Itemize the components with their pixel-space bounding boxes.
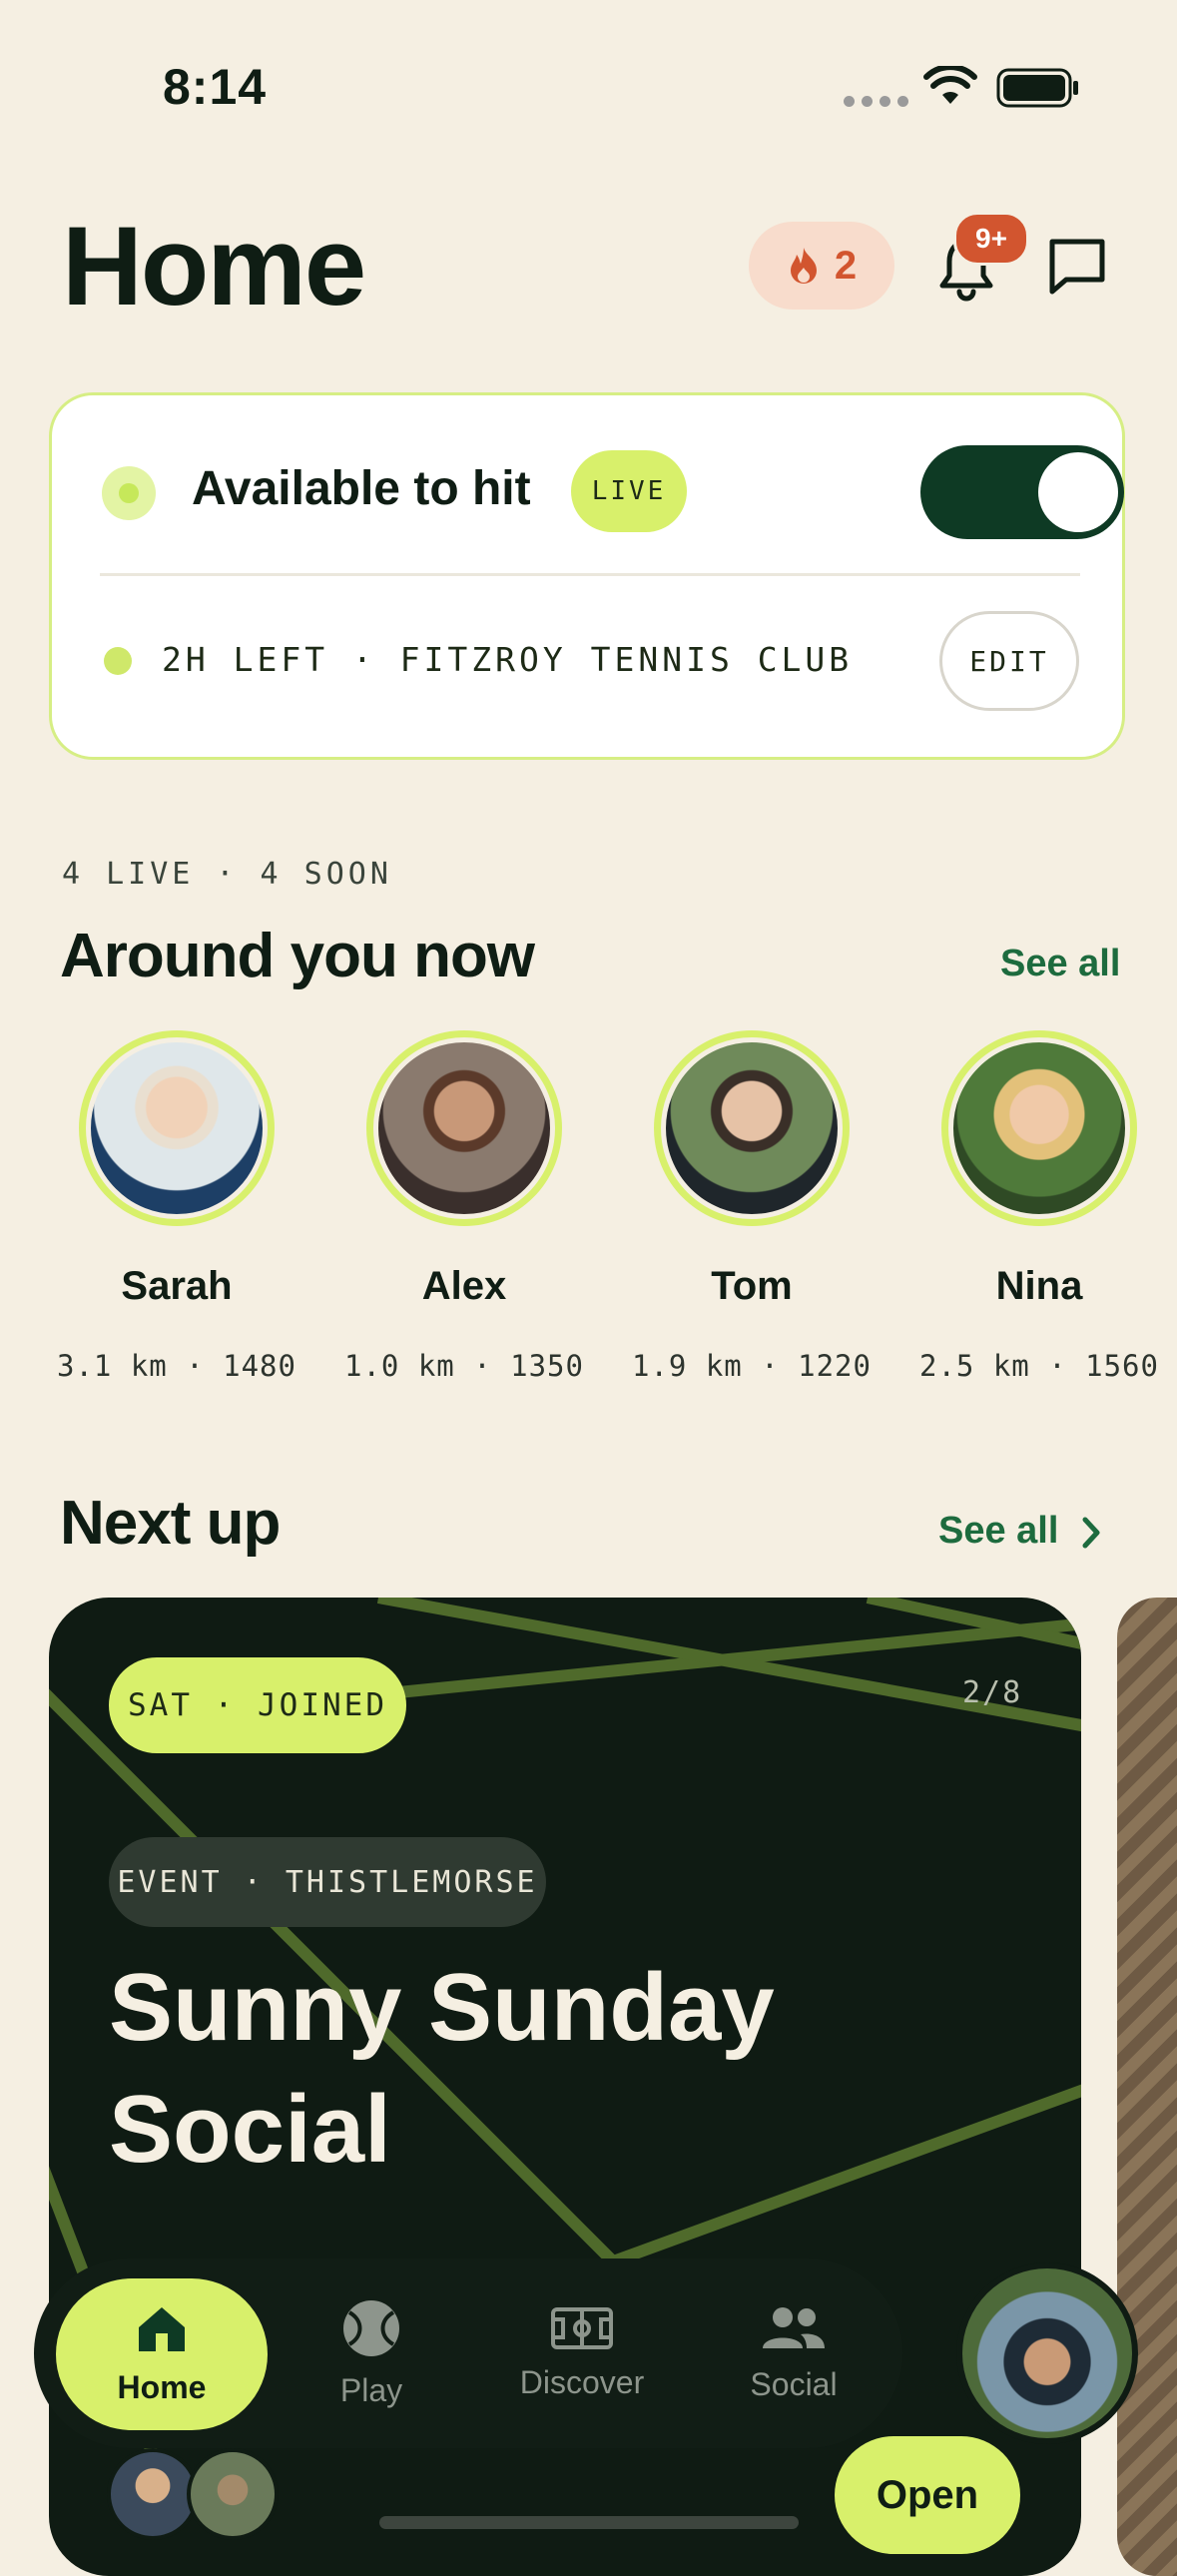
tab-label: Play <box>339 2371 403 2408</box>
edit-button[interactable]: EDIT <box>939 611 1079 711</box>
chat-icon[interactable] <box>1046 236 1108 298</box>
availability-details: 2H LEFT · FITZROY TENNIS CLUB <box>162 640 854 679</box>
player-stats: 2.5 km · 1560 <box>919 1349 1159 1383</box>
court-icon <box>551 2306 613 2349</box>
toggle-knob <box>1038 452 1118 532</box>
live-badge: LIVE <box>571 450 687 532</box>
player-name: Nina <box>995 1264 1083 1308</box>
availability-toggle[interactable] <box>920 445 1124 539</box>
status-time: 8:14 <box>163 59 268 115</box>
avatar <box>373 1037 555 1219</box>
around-title: Around you now <box>60 922 535 990</box>
tab-social[interactable]: Social <box>689 2258 898 2448</box>
player-stats: 3.1 km · 1480 <box>57 1349 296 1383</box>
avatar <box>962 2268 1132 2438</box>
player-name: Tom <box>711 1264 793 1308</box>
around-see-all[interactable]: See all <box>1000 943 1120 985</box>
attendee-avatar <box>187 2448 279 2540</box>
tab-play[interactable]: Play <box>267 2258 476 2448</box>
notification-badge: 9+ <box>953 212 1029 266</box>
attendee-avatar <box>107 2448 199 2540</box>
tab-label: Discover <box>519 2363 645 2400</box>
tab-discover[interactable]: Discover <box>477 2258 687 2448</box>
people-icon <box>763 2306 825 2348</box>
tab-label: Social <box>750 2365 838 2402</box>
streak-button[interactable]: 2 <box>749 222 894 310</box>
tab-label: Home <box>117 2368 207 2405</box>
player-card-nina[interactable]: Nina 2.5 km · 1560 <box>894 1030 1177 1383</box>
avatar-ring <box>366 1030 562 1226</box>
wifi-icon <box>923 66 977 104</box>
availability-label: Available to hit <box>192 462 531 515</box>
status-dot-inner <box>119 483 139 503</box>
tennis-ball-icon <box>343 2299 399 2356</box>
player-card-sarah[interactable]: Sarah 3.1 km · 1480 <box>32 1030 321 1383</box>
event-participant-count: 2/8 <box>962 1675 1023 1710</box>
next-event-card-peek[interactable] <box>1117 1598 1177 2576</box>
open-event-button[interactable]: Open <box>835 2436 1020 2554</box>
profile-avatar-button[interactable] <box>956 2262 1138 2444</box>
avatar-ring <box>654 1030 850 1226</box>
next-up-see-all[interactable]: See all <box>938 1510 1058 1553</box>
player-stats: 1.9 km · 1220 <box>632 1349 872 1383</box>
divider <box>100 573 1080 576</box>
event-day-status: SAT · JOINED <box>109 1657 406 1753</box>
chevron-right-icon <box>1082 1517 1100 1549</box>
player-card-alex[interactable]: Alex 1.0 km · 1350 <box>319 1030 609 1383</box>
player-stats: 1.0 km · 1350 <box>344 1349 584 1383</box>
signal-icon <box>844 96 908 107</box>
tab-bar: Home Play Discover Social <box>34 2258 902 2448</box>
player-name: Sarah <box>121 1264 233 1308</box>
player-name: Alex <box>421 1264 507 1308</box>
event-type-badge: EVENT · THISTLEMORSE <box>109 1837 546 1927</box>
avatar <box>86 1037 268 1219</box>
player-card-tom[interactable]: Tom 1.9 km · 1220 <box>607 1030 896 1383</box>
avatar <box>661 1037 843 1219</box>
avatar <box>948 1037 1130 1219</box>
streak-count: 2 <box>834 243 858 288</box>
availability-card: Available to hit LIVE 2H LEFT · FITZROY … <box>49 392 1125 760</box>
clock-icon <box>104 647 132 675</box>
around-meta: 4 LIVE · 4 SOON <box>62 857 392 892</box>
avatar-ring <box>941 1030 1137 1226</box>
page-title: Home <box>62 204 366 328</box>
battery-icon <box>996 68 1078 108</box>
event-title: Sunny Sunday Social <box>109 1954 775 2183</box>
flame-icon <box>790 248 817 284</box>
tab-home[interactable]: Home <box>56 2278 268 2430</box>
avatar-ring <box>79 1030 275 1226</box>
next-up-title: Next up <box>60 1489 281 1558</box>
home-indicator <box>379 2516 799 2529</box>
home-icon <box>139 2306 185 2351</box>
